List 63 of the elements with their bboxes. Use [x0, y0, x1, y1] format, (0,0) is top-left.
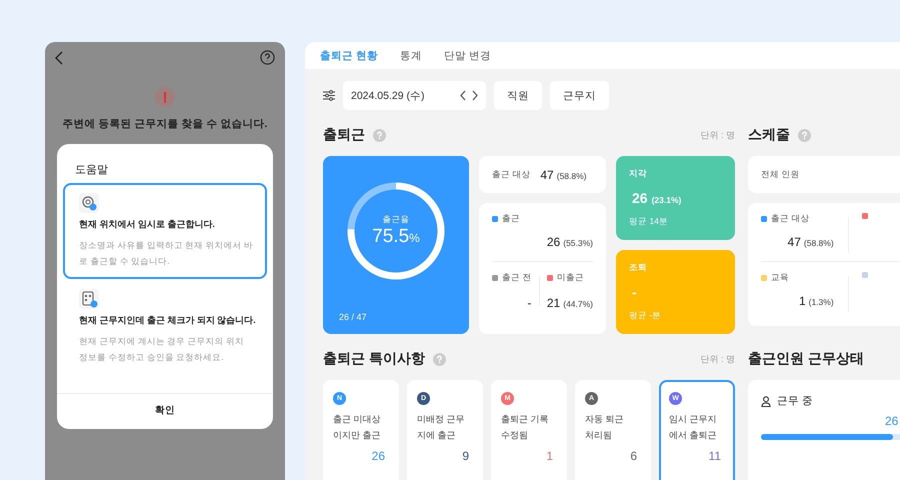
section-title: 스케줄: [748, 126, 790, 144]
rate-value: 75.5%: [372, 226, 420, 248]
special-count: 6: [630, 449, 637, 463]
stat-label: 출근: [502, 213, 520, 225]
stat-label: 출근 전: [502, 272, 532, 284]
tab[interactable]: 통계: [400, 48, 422, 62]
previous-icon[interactable]: [460, 90, 466, 101]
help-option[interactable]: 현재 위치에서 임시로 출근합니다. 장소명과 사유를 입력하고 현재 위치에서 바로 출근할 수 있습니다.: [63, 183, 267, 279]
average-label: 평균 14분: [629, 216, 669, 228]
status-count: 26: [885, 414, 900, 428]
next-icon[interactable]: [472, 90, 478, 101]
special-count: 9: [462, 449, 469, 463]
person-icon: [761, 396, 771, 406]
stat-label: 지각: [629, 168, 648, 180]
section-title: 출근인원 근무상태: [748, 350, 864, 368]
stat-value: -: [631, 284, 638, 300]
tab[interactable]: 단말 변경: [444, 48, 491, 62]
location-icon: [79, 193, 99, 213]
option-title: 현재 위치에서 임시로 출근합니다.: [79, 219, 216, 231]
special-count: 11: [708, 449, 721, 463]
filter-icon[interactable]: [323, 90, 335, 101]
section-title: 출퇴근: [323, 126, 365, 144]
special-label: 임시 근무지 에서 출퇴근: [669, 413, 718, 442]
unit-label: 단위 : 명: [700, 128, 735, 142]
alert-icon: [155, 87, 175, 107]
special-count: 1: [546, 449, 553, 463]
stat-value: 26 (55.3%): [546, 235, 593, 249]
stat-value: 26 (23.1%): [631, 190, 682, 206]
stat-label: 미출근: [556, 272, 584, 284]
special-label: 출퇴근 기록 수정됨: [501, 413, 550, 442]
stat-value: -: [527, 296, 532, 310]
special-count: 26: [372, 449, 385, 463]
stat-value: 47 (58.8%): [540, 168, 586, 182]
option-description: 장소명과 사유를 입력하고 현재 위치에서 바로 출근할 수 있습니다.: [79, 239, 254, 268]
dialog-title: 도움말: [74, 163, 109, 178]
option-description: 현재 근무지에 계시는 경우 근무지의 위치 정보를 수정하고 승인을 요청하세요.: [79, 335, 245, 364]
stat-label: 전체 인원: [761, 168, 800, 180]
building-icon: [79, 289, 99, 309]
unit-label: 단위 : 명: [700, 352, 735, 366]
confirm-button[interactable]: 확인: [57, 393, 273, 429]
rate-label: 출근율: [382, 214, 410, 226]
status-label: 근무 중: [777, 394, 813, 408]
stat-label: 조퇴: [629, 262, 648, 274]
option-title: 현재 근무지인데 출근 체크가 되지 않습니다.: [79, 315, 255, 327]
filter-button[interactable]: 근무지: [550, 81, 609, 110]
section-title: 출퇴근 특이사항: [323, 350, 425, 368]
stat-label: 출근 대상: [492, 168, 530, 180]
stat-label: 교육: [771, 272, 789, 284]
date-picker[interactable]: 2024.05.29 (수): [343, 81, 486, 110]
help-option[interactable]: 현재 근무지인데 출근 체크가 되지 않습니다. 현재 근무지에 계시는 경우 근무지의 위치 정보를 수정하고 승인을 요청하세요.: [63, 279, 267, 375]
stat-value: 47 (58.8%): [788, 235, 834, 249]
special-label: 자동 퇴근 처리됨: [585, 413, 625, 442]
back-icon[interactable]: [55, 50, 63, 64]
filter-button[interactable]: 직원: [494, 81, 542, 110]
average-label: 평균 -분: [629, 310, 662, 322]
special-label: 출근 미대상 이지만 출근: [333, 413, 382, 442]
error-message: 주변에 등록된 근무지를 찾을 수 없습니다.: [62, 117, 268, 131]
stat-value: 1 (1.3%): [798, 294, 834, 308]
special-label: 미배정 근무 지에 출근: [417, 413, 466, 442]
help-icon[interactable]: [260, 50, 275, 65]
stat-value: 21 (44.7%): [546, 296, 593, 310]
attendance-ratio: 26 / 47: [339, 312, 367, 322]
stat-label: 출근 대상: [771, 213, 810, 225]
